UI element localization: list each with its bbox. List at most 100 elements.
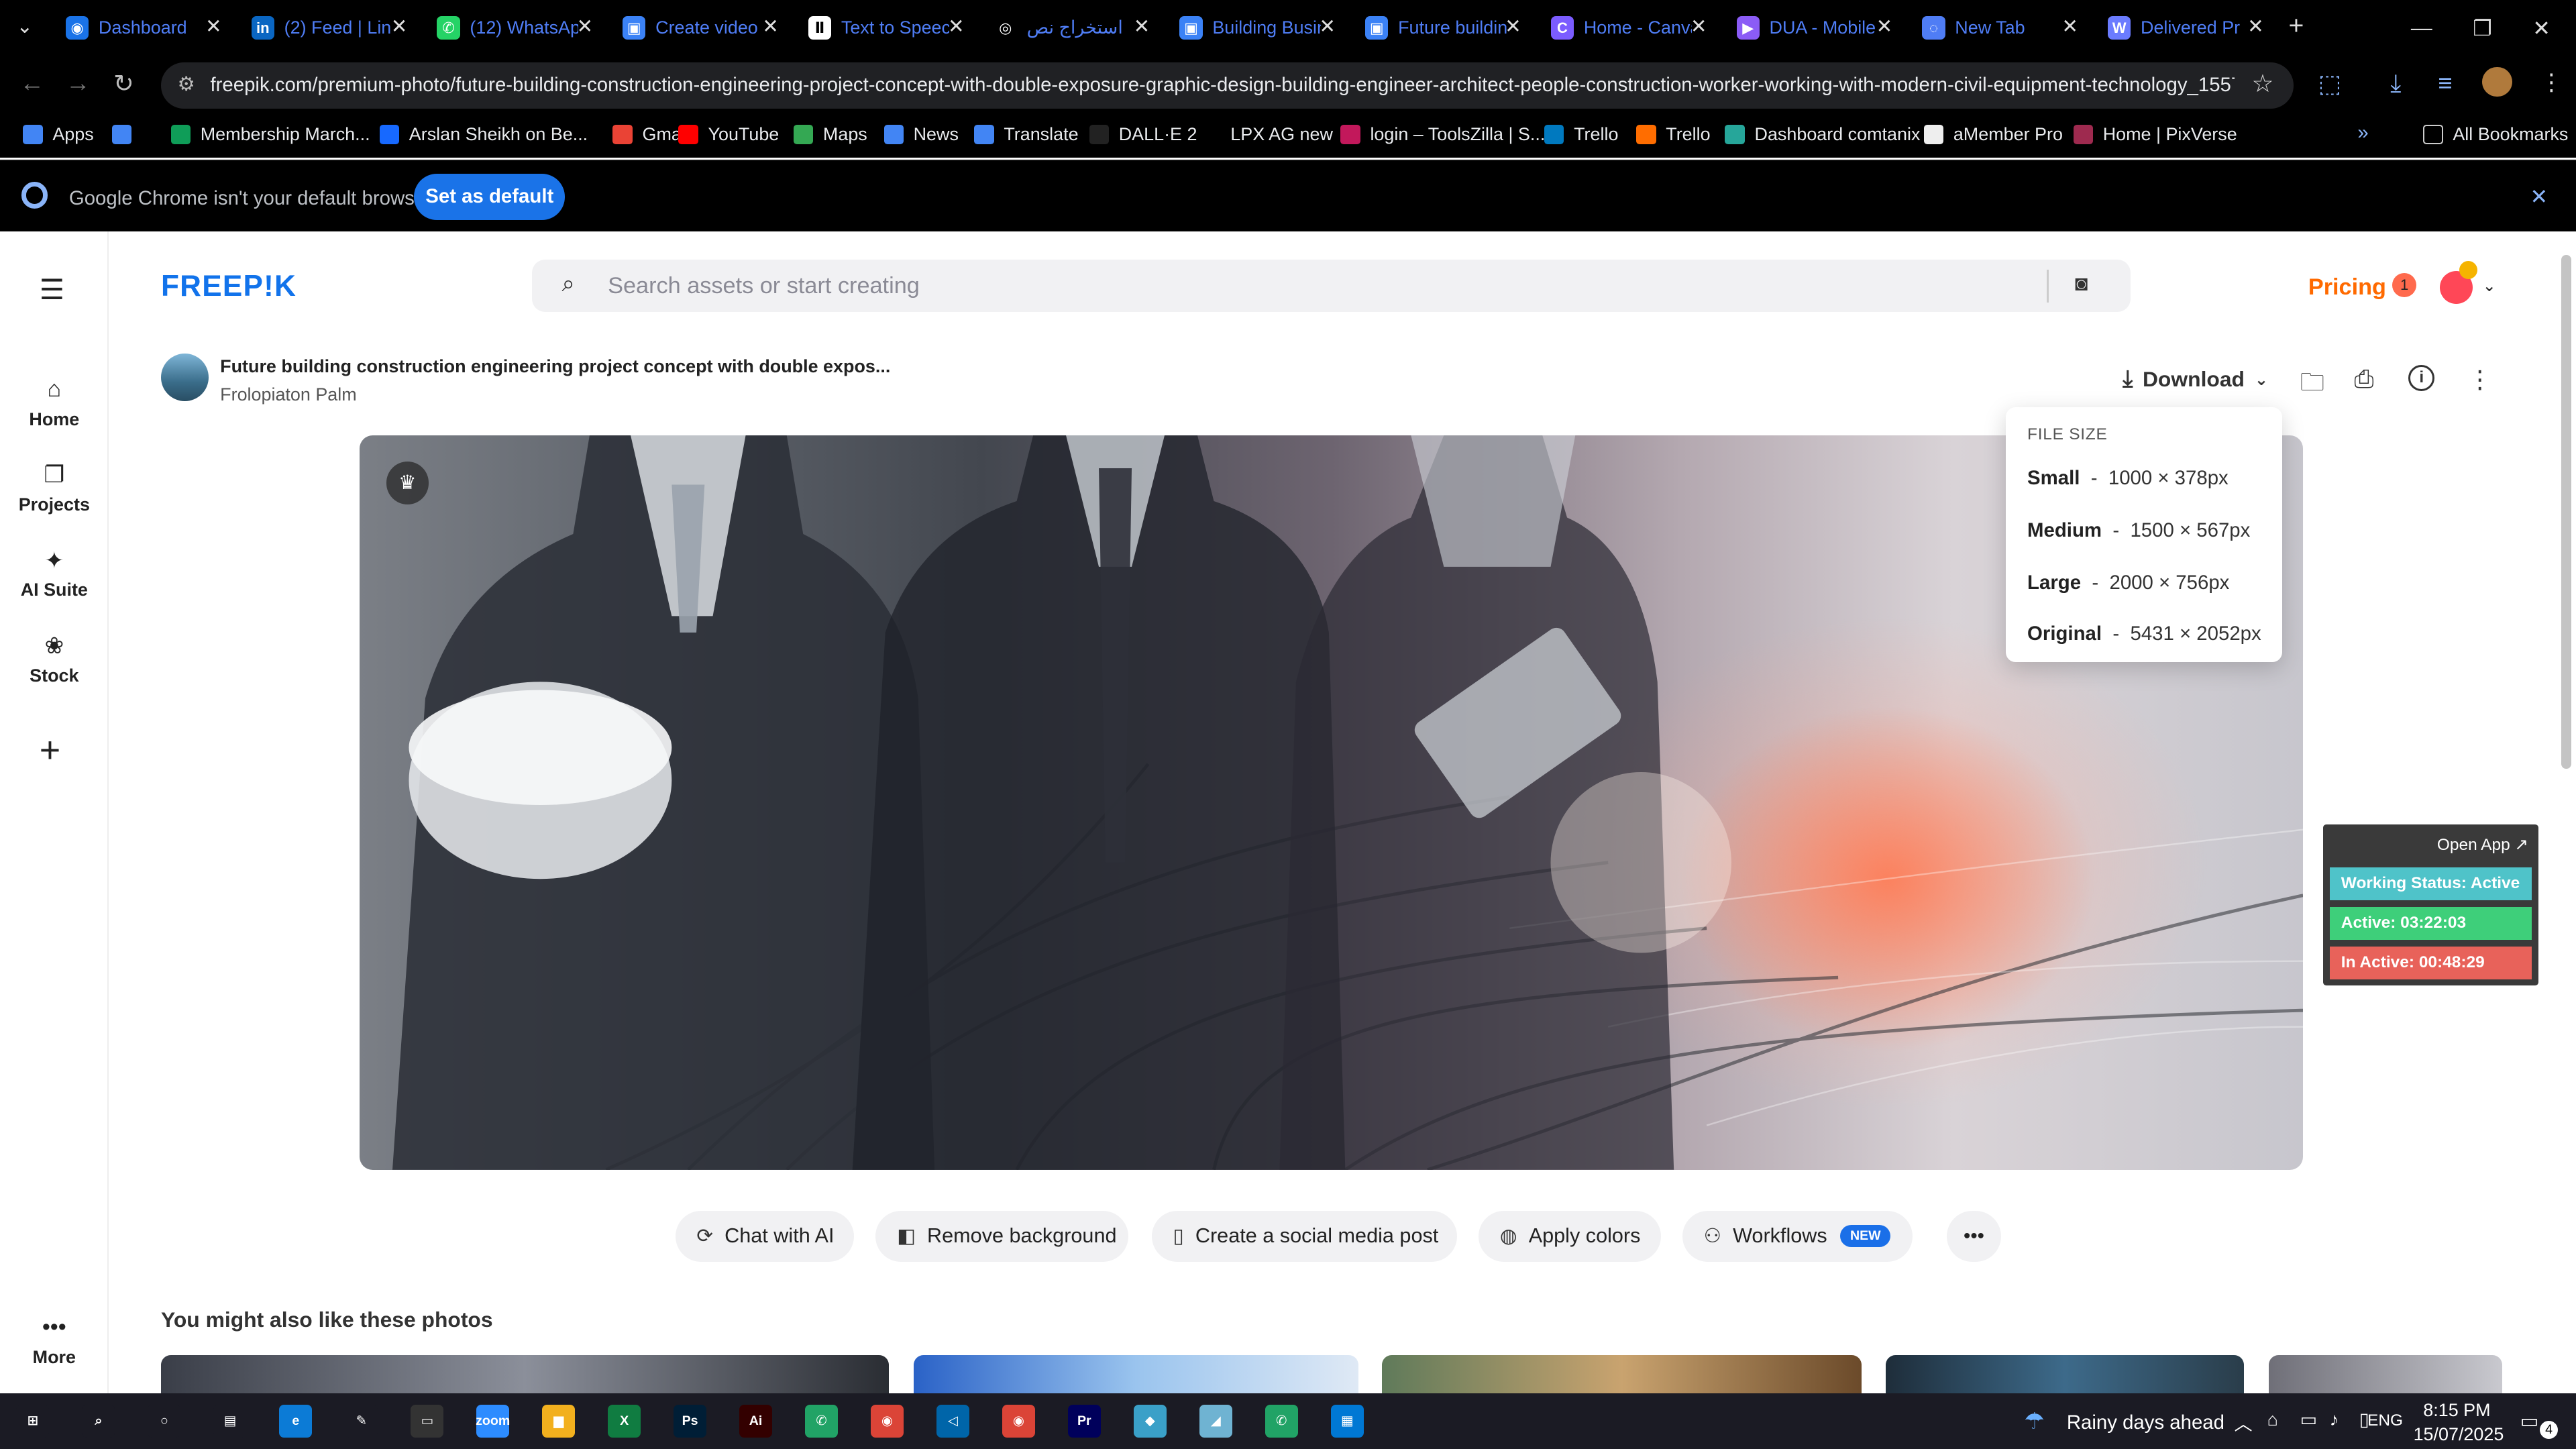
- all-bookmarks[interactable]: All Bookmarks: [2423, 121, 2568, 148]
- browser-tab[interactable]: C Home - Canva ✕: [1534, 7, 1720, 50]
- close-tab-icon[interactable]: ✕: [391, 15, 408, 38]
- camera-search-icon[interactable]: ◙: [2075, 271, 2088, 296]
- browser-tab[interactable]: ▶ DUA - Mobile ✕: [1720, 7, 1906, 50]
- related-photo-5[interactable]: [2269, 1355, 2502, 1393]
- forward-arrow-icon[interactable]: →: [66, 69, 91, 97]
- taskbar-app-icon[interactable]: ◢: [1199, 1404, 1232, 1438]
- rail-item-ai-suite[interactable]: ✦ AI Suite: [0, 547, 109, 601]
- address-url[interactable]: freepik.com/premium-photo/future-buildin…: [210, 74, 2234, 97]
- extension-icon[interactable]: ⬚: [2318, 69, 2342, 98]
- taskbar-app-icon[interactable]: zoom: [476, 1404, 510, 1438]
- bookmark-item[interactable]: Translate: [974, 121, 1079, 148]
- remove-background-button[interactable]: ◧ Remove background: [875, 1210, 1129, 1262]
- close-tab-icon[interactable]: ✕: [1876, 15, 1893, 38]
- bookmark-item[interactable]: YouTube: [678, 121, 779, 148]
- chat-with-ai-button[interactable]: ⟳ Chat with AI: [675, 1210, 855, 1262]
- bookmark-star-icon[interactable]: ☆: [2252, 69, 2274, 98]
- bookmark-item[interactable]: Trello: [1544, 121, 1618, 148]
- close-tab-icon[interactable]: ✕: [2061, 15, 2078, 38]
- browser-tab[interactable]: ◌ New Tab ✕: [1906, 7, 2092, 50]
- browser-tab[interactable]: ◎ استخراج نص ✕: [977, 7, 1163, 50]
- rail-item-home[interactable]: ⌂ Home: [0, 376, 109, 430]
- close-tab-icon[interactable]: ✕: [1690, 15, 1707, 38]
- back-arrow-icon[interactable]: ←: [19, 69, 44, 97]
- bookmark-item[interactable]: Home | PixVerse: [2073, 121, 2237, 148]
- rail-item-stock[interactable]: ❀ Stock: [0, 633, 109, 686]
- tray-chevron-up-icon[interactable]: ︿: [2235, 1409, 2253, 1436]
- close-tab-icon[interactable]: ✕: [762, 15, 779, 38]
- scrollbar-thumb[interactable]: [2561, 254, 2571, 769]
- clock-time[interactable]: 8:15 PM: [2423, 1400, 2490, 1421]
- bookmark-item[interactable]: News: [883, 121, 959, 148]
- taskbar-app-icon[interactable]: ◉: [870, 1404, 904, 1438]
- media-controls-icon[interactable]: ≡: [2438, 69, 2452, 97]
- account-chevron-down-icon[interactable]: ⌄: [2482, 276, 2496, 296]
- browser-tab[interactable]: Ⅱ Text to Speech ✕: [792, 7, 977, 50]
- taskbar-app-icon[interactable]: ◁: [936, 1404, 969, 1438]
- notification-badge[interactable]: 1: [2392, 272, 2417, 298]
- close-tab-icon[interactable]: ✕: [1505, 15, 1521, 38]
- new-tab-plus-icon[interactable]: +: [2288, 11, 2304, 41]
- download-option-medium[interactable]: Medium - 1500 × 567px: [2027, 519, 2250, 542]
- bookmark-item[interactable]: Trello: [1636, 121, 1711, 148]
- input-language[interactable]: ENG: [2367, 1411, 2403, 1430]
- bookmark-item[interactable]: LPX AG new: [1201, 121, 1333, 148]
- taskbar-app-icon[interactable]: ▭: [411, 1404, 444, 1438]
- taskbar-app-icon[interactable]: ✆: [1265, 1404, 1298, 1438]
- rail-more[interactable]: ••• More: [0, 1314, 109, 1368]
- close-tab-icon[interactable]: ✕: [2247, 15, 2264, 38]
- taskbar-app-icon[interactable]: ◆: [1133, 1404, 1167, 1438]
- close-tab-icon[interactable]: ✕: [1134, 15, 1150, 38]
- bookmark-item[interactable]: Arslan Sheikh on Be...: [379, 121, 588, 148]
- bookmark-item[interactable]: Membership March...: [170, 121, 370, 148]
- collection-icon[interactable]: ⎙: [2354, 365, 2373, 394]
- taskbar-app-icon[interactable]: ✎: [345, 1404, 378, 1438]
- tray-volume-icon[interactable]: ♪: [2330, 1409, 2339, 1430]
- related-photo-1[interactable]: [161, 1355, 889, 1393]
- downloads-icon[interactable]: ⤓: [2390, 69, 2401, 98]
- open-app-link[interactable]: Open App ↗: [2437, 835, 2528, 855]
- taskbar-app-icon[interactable]: ⌕: [82, 1404, 115, 1438]
- workflows-button[interactable]: ⚇ Workflows NEW: [1682, 1210, 1913, 1262]
- bookmark-item[interactable]: Apps: [23, 121, 94, 148]
- related-photo-2[interactable]: [913, 1355, 1359, 1393]
- bookmark-item[interactable]: aMember Pro: [1923, 121, 2063, 148]
- save-to-folder-icon[interactable]: 🗀: [2300, 365, 2325, 407]
- taskbar-app-icon[interactable]: X: [608, 1404, 641, 1438]
- taskbar-app-icon[interactable]: Ps: [674, 1404, 707, 1438]
- taskbar-app-icon[interactable]: Pr: [1067, 1404, 1101, 1438]
- bookmark-item[interactable]: Dashboard comtanix: [1725, 121, 1920, 148]
- browser-tab[interactable]: ▣ Create video ✕: [606, 7, 792, 50]
- taskbar-app-icon[interactable]: e: [279, 1404, 313, 1438]
- page-scrollbar[interactable]: [2556, 231, 2576, 1393]
- taskbar-app-icon[interactable]: ✆: [805, 1404, 838, 1438]
- close-tab-icon[interactable]: ✕: [205, 15, 222, 38]
- download-option-small[interactable]: Small - 1000 × 378px: [2027, 467, 2229, 490]
- bookmark-item[interactable]: [111, 121, 142, 148]
- browser-tab[interactable]: ▣ Building Business✕: [1163, 7, 1349, 50]
- bookmark-item[interactable]: Maps: [793, 121, 867, 148]
- tray-network-icon[interactable]: ⌂: [2267, 1409, 2278, 1430]
- more-options-icon[interactable]: ⋮: [2467, 365, 2492, 394]
- taskbar-app-icon[interactable]: ◉: [1002, 1404, 1035, 1438]
- browser-tab[interactable]: ✆ (12) WhatsApp ✕: [421, 7, 606, 50]
- bookmark-item[interactable]: login – ToolsZilla | S...: [1340, 121, 1545, 148]
- close-window-icon[interactable]: ✕: [2504, 0, 2576, 56]
- freepik-logo[interactable]: FREEP!K: [161, 270, 297, 303]
- pricing-link[interactable]: Pricing: [2308, 274, 2386, 301]
- reload-icon[interactable]: ↻: [113, 69, 134, 98]
- add-icon[interactable]: +: [40, 729, 60, 771]
- more-tools-button[interactable]: •••: [1947, 1210, 2001, 1262]
- taskbar-app-icon[interactable]: ○: [148, 1404, 181, 1438]
- related-photo-3[interactable]: [1381, 1355, 1862, 1393]
- taskbar-app-icon[interactable]: ▦: [1330, 1404, 1364, 1438]
- profile-avatar[interactable]: [2482, 67, 2512, 97]
- bookmark-item[interactable]: DALL·E 2: [1089, 121, 1197, 148]
- set-as-default-button[interactable]: Set as default: [414, 174, 566, 220]
- taskbar-app-icon[interactable]: ▤: [213, 1404, 247, 1438]
- address-bar[interactable]: ⚙ freepik.com/premium-photo/future-build…: [161, 62, 2294, 109]
- download-option-original[interactable]: Original - 5431 × 2052px: [2027, 623, 2261, 645]
- related-photo-4[interactable]: [1886, 1355, 2245, 1393]
- asset-author[interactable]: Frolopiaton Palm: [220, 384, 357, 405]
- tab-search-chevron-icon[interactable]: ⌄: [16, 15, 33, 38]
